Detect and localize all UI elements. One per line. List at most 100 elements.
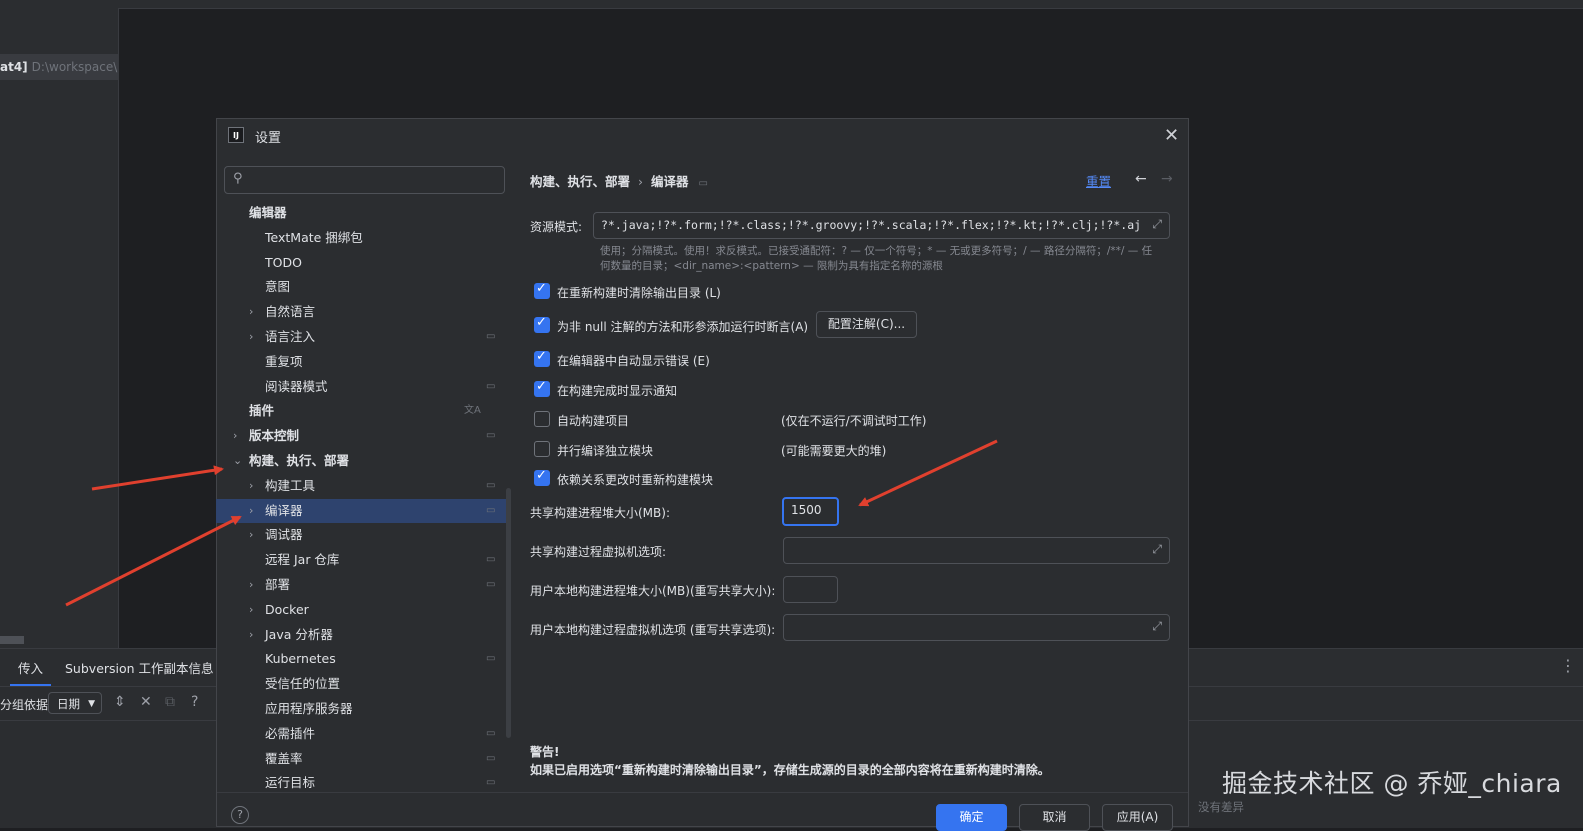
tree-item[interactable]: › Java 分析器 xyxy=(216,623,506,647)
tree-item[interactable]: › 构建工具 ▭ xyxy=(216,474,506,498)
back-arrow-icon[interactable]: ← xyxy=(1135,171,1147,187)
tree-item[interactable]: › Docker xyxy=(216,598,506,622)
tab-incoming[interactable]: 传入 xyxy=(9,658,52,686)
checkbox-label[interactable]: 自动构建项目 xyxy=(557,412,629,429)
settings-search[interactable]: ⚲ xyxy=(224,166,505,194)
tree-item[interactable]: › 自然语言 xyxy=(216,300,506,324)
project-scope-icon: ▭ xyxy=(486,554,496,565)
breadcrumb-parent[interactable]: 构建、执行、部署 xyxy=(530,174,630,189)
translate-icon: 文A xyxy=(464,405,481,416)
tree-item-label: 编译器 xyxy=(265,503,303,518)
tree-item[interactable]: 受信任的位置 xyxy=(216,672,506,696)
search-input[interactable] xyxy=(251,170,505,192)
tree-item-label: 必需插件 xyxy=(265,726,316,741)
chevron-right-icon[interactable]: › xyxy=(249,300,253,324)
resource-patterns-label: 资源模式: xyxy=(530,220,583,234)
collapse-all-icon[interactable]: ✕ xyxy=(140,694,152,710)
tree-item[interactable]: 重复项 xyxy=(216,350,506,374)
chevron-right-icon[interactable]: › xyxy=(233,424,237,448)
project-scope-icon: ▭ xyxy=(698,178,708,189)
tree-item[interactable]: › 版本控制 ▭ xyxy=(216,424,506,448)
tree-item[interactable]: TODO xyxy=(216,251,506,275)
chevron-down-icon[interactable]: ⌄ xyxy=(233,449,242,473)
chevron-right-icon[interactable]: › xyxy=(249,598,253,622)
tree-item[interactable]: › 调试器 xyxy=(216,523,506,547)
heap-size-input[interactable]: 1500 xyxy=(782,497,839,526)
warning-title: 警告! xyxy=(530,745,560,759)
project-scope-icon: ▭ xyxy=(486,653,496,664)
help-icon[interactable]: ? xyxy=(191,694,198,710)
checkbox-label[interactable]: 并行编译独立模块 xyxy=(557,442,653,459)
tree-item[interactable]: › 部署 ▭ xyxy=(216,573,506,597)
ide-top-strip xyxy=(0,0,1583,9)
copy-icon[interactable]: ⧉ xyxy=(165,694,175,710)
checkbox-label[interactable]: 依赖关系更改时重新构建模块 xyxy=(557,471,713,488)
user-vm-options-field[interactable]: ⤢ xyxy=(783,614,1170,641)
chevron-right-icon[interactable]: › xyxy=(249,499,253,523)
group-by-value: 日期 xyxy=(57,697,80,711)
checkbox[interactable] xyxy=(534,441,550,457)
tree-item[interactable]: 覆盖率 ▭ xyxy=(216,747,506,771)
ide-scrollbar[interactable] xyxy=(0,636,24,644)
tree-item-label: 受信任的位置 xyxy=(265,676,341,691)
checkbox[interactable] xyxy=(534,468,550,486)
ide-project-panel xyxy=(0,8,119,648)
reset-link[interactable]: 重置 xyxy=(1086,171,1111,190)
checkbox[interactable] xyxy=(534,349,550,367)
tree-item[interactable]: 必需插件 ▭ xyxy=(216,722,506,746)
expand-icon[interactable]: ⤢ xyxy=(1152,217,1162,232)
tab-subversion-info[interactable]: Subversion 工作副本信息 xyxy=(65,658,214,677)
tree-item[interactable]: 意图 xyxy=(216,275,506,299)
tree-item[interactable]: › 编译器 ▭ xyxy=(216,499,506,523)
checkbox-label[interactable]: 在编辑器中自动显示错误 (E) xyxy=(557,352,710,369)
user-heap-size-label: 用户本地构建进程堆大小(MB)(重写共享大小): xyxy=(530,584,776,598)
tree-item[interactable]: Kubernetes ▭ xyxy=(216,647,506,671)
no-diff-label: 没有差异 xyxy=(1198,800,1244,814)
tree-item[interactable]: 编辑器 xyxy=(216,201,506,225)
expand-icon[interactable]: ⤢ xyxy=(1152,619,1162,634)
project-scope-icon: ▭ xyxy=(486,753,496,764)
checkbox[interactable] xyxy=(534,281,550,299)
more-vertical-icon[interactable]: ⋮ xyxy=(1560,656,1576,675)
hint-line-1: 使用；分隔模式。使用！求反模式。已接受通配符：? — 仅一个符号；* — 无或更… xyxy=(600,245,1153,257)
tree-item[interactable]: 远程 Jar 仓库 ▭ xyxy=(216,548,506,572)
checkbox-label[interactable]: 在重新构建时清除输出目录 (L) xyxy=(557,284,721,301)
vm-options-field[interactable]: ⤢ xyxy=(783,537,1170,564)
checkbox[interactable] xyxy=(534,315,550,333)
chevron-down-icon: ▼ xyxy=(88,699,95,709)
help-icon[interactable]: ? xyxy=(231,806,249,824)
close-icon[interactable]: ✕ xyxy=(1164,125,1179,146)
checkbox[interactable] xyxy=(534,379,550,397)
checkbox-label[interactable]: 在构建完成时显示通知 xyxy=(557,382,677,399)
tree-item[interactable]: 应用程序服务器 xyxy=(216,697,506,721)
dialog-title: 设置 xyxy=(255,131,282,146)
resource-patterns-field[interactable]: ?*.java;!?*.form;!?*.class;!?*.groovy;!?… xyxy=(593,212,1170,239)
tree-item[interactable]: 阅读器模式 ▭ xyxy=(216,375,506,399)
chevron-right-icon[interactable]: › xyxy=(249,474,253,498)
checkbox-label[interactable]: 为非 null 注解的方法和形参添加运行时断言(A) xyxy=(557,318,808,335)
forward-arrow-icon[interactable]: → xyxy=(1161,171,1173,187)
checkbox-note: (可能需要更大的堆) xyxy=(781,444,887,458)
expand-collapse-icon[interactable]: ⇕ xyxy=(114,694,126,710)
expand-icon[interactable]: ⤢ xyxy=(1152,542,1162,557)
ide-editor-tab[interactable]: at4] D:\workspace\ xyxy=(0,54,118,80)
chevron-right-icon[interactable]: › xyxy=(249,523,253,547)
tree-item-label: 构建工具 xyxy=(265,478,316,493)
tree-item[interactable]: › 语言注入 ▭ xyxy=(216,325,506,349)
tree-item[interactable]: 插件 文A xyxy=(216,399,506,423)
intellij-logo-icon: IJ xyxy=(228,127,244,143)
chevron-right-icon[interactable]: › xyxy=(249,623,253,647)
configure-annotations-button[interactable]: 配置注解(C)... xyxy=(816,311,917,338)
tree-scrollbar[interactable] xyxy=(506,488,511,738)
tree-item-label: 应用程序服务器 xyxy=(265,701,353,716)
chevron-right-icon[interactable]: › xyxy=(249,573,253,597)
chevron-right-icon[interactable]: › xyxy=(249,325,253,349)
user-heap-size-input[interactable] xyxy=(783,576,838,603)
group-by-dropdown[interactable]: 日期 ▼ xyxy=(48,692,102,714)
checkbox[interactable] xyxy=(534,411,550,427)
tree-item[interactable]: ⌄ 构建、执行、部署 xyxy=(216,449,506,473)
resource-patterns-value: ?*.java;!?*.form;!?*.class;!?*.groovy;!?… xyxy=(601,218,1141,232)
warning-text: 如果已启用选项“重新构建时清除输出目录”，存储生成源的目录的全部内容将在重新构建… xyxy=(530,763,1050,777)
divider xyxy=(217,792,1188,793)
tree-item[interactable]: TextMate 捆绑包 xyxy=(216,226,506,250)
